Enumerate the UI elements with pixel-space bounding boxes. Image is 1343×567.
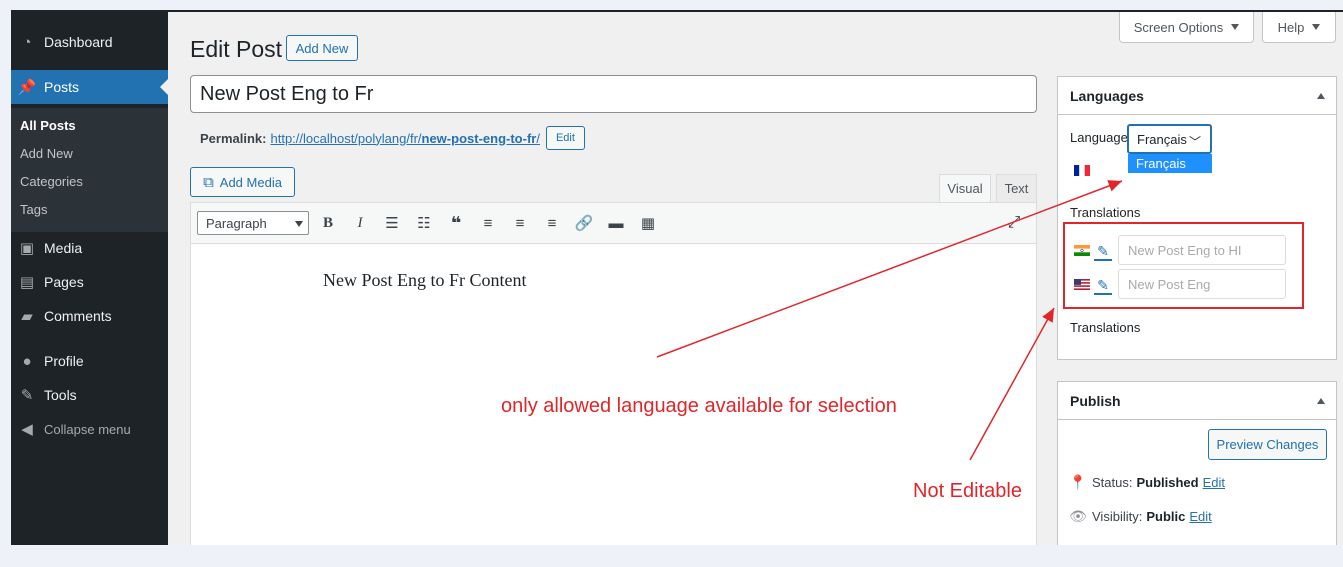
edit-translation-en-icon[interactable]: ✎ [1094, 277, 1112, 295]
blockquote-icon[interactable]: ❝ [445, 212, 467, 234]
publish-metabox-header[interactable]: Publish [1058, 382, 1336, 420]
screen-options-button[interactable]: Screen Options [1119, 12, 1254, 43]
admin-sidebar: ◔ Dashboard 📌 Posts All Posts Add New Ca… [11, 12, 168, 545]
submenu-categories[interactable]: Categories [20, 174, 83, 189]
translation-hi-input: New Post Eng to HI [1118, 235, 1286, 265]
languages-metabox: Languages Language Français ﹀ Translatio… [1057, 76, 1337, 360]
publish-metabox: Publish Preview Changes 📍 Status: Publish… [1057, 381, 1337, 545]
in-flag-icon [1074, 245, 1090, 256]
pin-icon: 📌 [17, 79, 37, 96]
eye-icon: 👁 [1069, 508, 1087, 524]
editor-content-area[interactable]: New Post Eng to Fr Content [190, 244, 1037, 545]
align-right-icon[interactable]: ≡ [541, 212, 563, 234]
help-button[interactable]: Help [1262, 12, 1336, 43]
media-icon: ⧉ [203, 173, 214, 191]
submenu-add-new[interactable]: Add New [20, 146, 73, 161]
sidebar-item-media[interactable]: ▣ Media [11, 231, 168, 265]
translations-label-2: Translations [1070, 320, 1141, 335]
translations-label: Translations [1070, 205, 1141, 220]
page-title: Edit Post [190, 36, 283, 62]
sidebar-item-dashboard[interactable]: ◔ Dashboard [11, 25, 168, 59]
languages-metabox-header[interactable]: Languages [1058, 77, 1336, 115]
submenu-all-posts[interactable]: All Posts [20, 118, 76, 133]
status-row: 📍 Status: Published Edit [1069, 474, 1225, 490]
add-media-button[interactable]: ⧉ Add Media [190, 167, 295, 197]
dashboard-icon: ◔ [22, 33, 32, 51]
language-select[interactable]: Français ﹀ [1127, 124, 1212, 154]
permalink-link[interactable]: http://localhost/polylang/fr/new-post-en… [270, 131, 539, 146]
caret-down-icon [1312, 24, 1321, 30]
sidebar-item-posts[interactable]: 📌 Posts [11, 70, 168, 104]
collapse-icon: ◀ [21, 421, 33, 438]
permalink-row: Permalink: http://localhost/polylang/fr/… [200, 126, 585, 150]
add-new-button[interactable]: Add New [286, 35, 358, 61]
pages-icon: ▤ [19, 274, 35, 291]
bold-icon[interactable]: B [317, 212, 339, 234]
sidebar-item-profile[interactable]: ● Profile [11, 344, 168, 378]
numbered-list-icon[interactable]: ☷ [413, 212, 435, 234]
submenu-tags[interactable]: Tags [20, 202, 47, 217]
permalink-label: Permalink: [200, 130, 267, 146]
edit-translation-hi-icon[interactable]: ✎ [1094, 243, 1112, 261]
toolbar-toggle-icon[interactable]: ▦ [637, 212, 659, 234]
chevron-down-icon: ﹀ [1188, 135, 1201, 149]
post-content: New Post Eng to Fr Content [323, 270, 527, 290]
user-icon: ● [22, 352, 32, 370]
post-title-input[interactable]: New Post Eng to Fr [190, 75, 1037, 113]
posts-submenu: All Posts Add New Categories Tags [11, 108, 168, 232]
media-icon: ▣ [19, 240, 35, 257]
visibility-edit-link[interactable]: Edit [1189, 509, 1211, 524]
visibility-row: 👁 Visibility: Public Edit [1069, 508, 1212, 524]
caret-down-icon [1231, 24, 1240, 30]
editor-toolbar: Paragraph B I ☰ ☷ ❝ ≡ ≡ ≡ 🔗 ▬ ▦ ⤢ [190, 202, 1037, 244]
fullscreen-icon[interactable]: ⤢ [1003, 212, 1025, 234]
collapse-up-icon[interactable] [1317, 398, 1325, 404]
sidebar-item-comments[interactable]: ▰ Comments [11, 299, 168, 333]
sidebar-item-pages[interactable]: ▤ Pages [11, 265, 168, 299]
preview-changes-button[interactable]: Preview Changes [1208, 429, 1327, 460]
permalink-edit-button[interactable]: Edit [545, 126, 585, 150]
link-icon[interactable]: 🔗 [573, 212, 595, 234]
tab-text[interactable]: Text [996, 174, 1037, 202]
comments-icon: ▰ [21, 308, 33, 325]
pin-icon: 📍 [1069, 474, 1087, 490]
us-flag-icon [1074, 279, 1090, 290]
translation-en-input: New Post Eng [1118, 269, 1286, 299]
read-more-icon[interactable]: ▬ [605, 212, 627, 234]
language-option-fr[interactable]: Français [1128, 154, 1212, 173]
align-center-icon[interactable]: ≡ [509, 212, 531, 234]
bullet-list-icon[interactable]: ☰ [381, 212, 403, 234]
tab-visual[interactable]: Visual [939, 174, 991, 202]
sidebar-item-tools[interactable]: ✎ Tools [11, 378, 168, 412]
fr-flag-icon [1074, 165, 1090, 176]
language-label: Language [1070, 130, 1128, 145]
italic-icon[interactable]: I [349, 212, 371, 234]
format-select[interactable]: Paragraph [197, 211, 309, 235]
chevron-down-icon [295, 221, 303, 227]
collapse-up-icon[interactable] [1317, 93, 1325, 99]
status-edit-link[interactable]: Edit [1203, 475, 1225, 490]
align-left-icon[interactable]: ≡ [477, 212, 499, 234]
wp-admin-window: ◔ Dashboard 📌 Posts All Posts Add New Ca… [11, 10, 1343, 545]
wrench-icon: ✎ [20, 387, 34, 404]
sidebar-collapse-menu[interactable]: ◀ Collapse menu [11, 412, 168, 446]
